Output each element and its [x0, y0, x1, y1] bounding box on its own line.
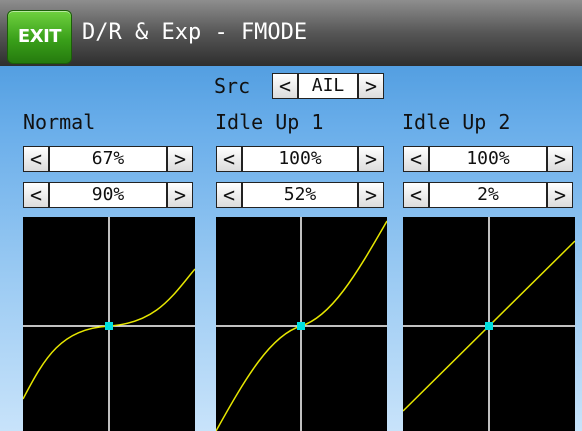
mode-name-idle-up-2: Idle Up 2	[402, 110, 511, 134]
src-prev-button[interactable]: <	[272, 73, 298, 99]
exit-button[interactable]: EXIT	[7, 10, 72, 64]
rate-prev-button-normal[interactable]: <	[23, 146, 49, 172]
mode-name-idle-up-1: Idle Up 1	[215, 110, 324, 134]
rate-value-normal[interactable]: 67%	[49, 146, 167, 172]
src-next-button[interactable]: >	[358, 73, 384, 99]
center-marker	[105, 322, 113, 330]
rate-value-idle-up-2[interactable]: 100%	[429, 146, 547, 172]
rate-value-idle-up-1[interactable]: 100%	[242, 146, 358, 172]
curve-graph-normal	[23, 217, 195, 431]
curve-graph-idle-up-1	[216, 217, 387, 431]
expo-next-button-idle-up-1[interactable]: >	[358, 182, 384, 208]
expo-prev-button-normal[interactable]: <	[23, 182, 49, 208]
expo-value-normal[interactable]: 90%	[49, 182, 167, 208]
expo-value-idle-up-2[interactable]: 2%	[429, 182, 547, 208]
expo-prev-button-idle-up-1[interactable]: <	[216, 182, 242, 208]
rate-next-button-normal[interactable]: >	[167, 146, 193, 172]
rate-prev-button-idle-up-1[interactable]: <	[216, 146, 242, 172]
center-marker	[297, 322, 305, 330]
mode-name-normal: Normal	[23, 110, 96, 134]
rate-prev-button-idle-up-2[interactable]: <	[403, 146, 429, 172]
src-label: Src	[214, 74, 251, 98]
curve-graph-idle-up-2	[403, 217, 575, 431]
expo-next-button-normal[interactable]: >	[167, 182, 193, 208]
screen: EXIT D/R & Exp - FMODE Src < AIL > Norma…	[0, 0, 582, 431]
rate-next-button-idle-up-1[interactable]: >	[358, 146, 384, 172]
title-bar: EXIT D/R & Exp - FMODE	[0, 0, 582, 66]
expo-next-button-idle-up-2[interactable]: >	[547, 182, 573, 208]
page-title: D/R & Exp - FMODE	[82, 20, 308, 45]
src-value[interactable]: AIL	[298, 73, 358, 99]
center-marker	[485, 322, 493, 330]
rate-next-button-idle-up-2[interactable]: >	[547, 146, 573, 172]
expo-value-idle-up-1[interactable]: 52%	[242, 182, 358, 208]
expo-prev-button-idle-up-2[interactable]: <	[403, 182, 429, 208]
